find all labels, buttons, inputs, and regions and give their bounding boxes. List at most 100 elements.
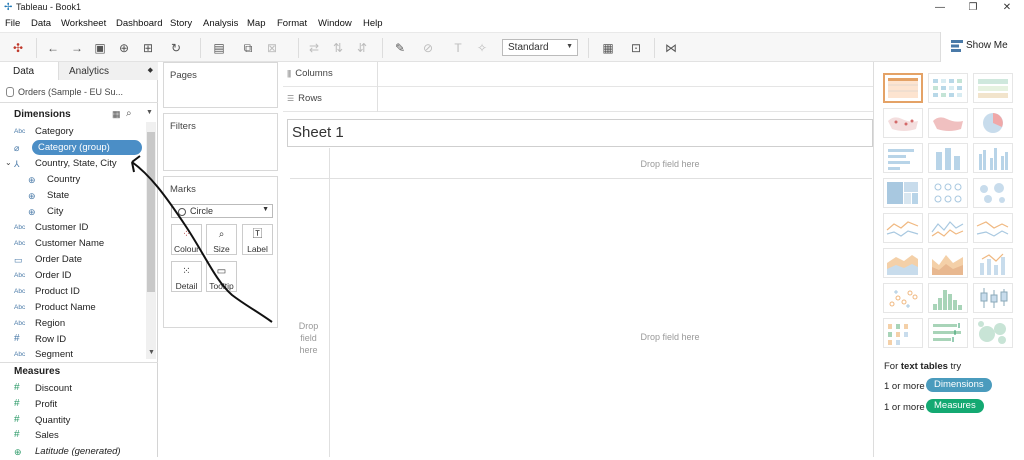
field-latitude-generated[interactable]: ⊕ Latitude (generated): [0, 444, 146, 460]
menu-data[interactable]: Data: [31, 18, 51, 29]
number-type-icon: #: [14, 382, 20, 393]
attach-icon[interactable]: ⊘: [420, 40, 436, 56]
field-sales[interactable]: # Sales: [0, 428, 146, 444]
redo-icon[interactable]: →: [69, 40, 85, 56]
duplicate-icon[interactable]: ⧉: [240, 40, 256, 56]
tab-menu-icon[interactable]: ◆: [148, 66, 153, 74]
paperclip-icon: ⌀: [14, 143, 20, 153]
field-category[interactable]: Abc Category: [0, 124, 146, 140]
pin-icon[interactable]: ✧: [474, 40, 490, 56]
tab-data[interactable]: Data: [0, 62, 58, 80]
calendar-icon: ▭: [14, 255, 23, 265]
undo-icon[interactable]: ←: [45, 40, 61, 56]
show-me-button[interactable]: Show Me: [940, 32, 1024, 62]
pane-menu-icon[interactable]: ▼: [146, 109, 153, 116]
tableau-home-icon[interactable]: ✣: [10, 40, 26, 56]
view-mode-select[interactable]: Standard ▼: [502, 39, 578, 56]
sort-descending-icon[interactable]: ⇵: [354, 40, 370, 56]
datasource-item[interactable]: Orders (Sample - EU Su...: [0, 81, 158, 103]
show-cards-icon[interactable]: ▦: [600, 40, 616, 56]
new-datasource-icon[interactable]: ⊕: [116, 40, 132, 56]
scroll-down-icon[interactable]: ▼: [148, 349, 155, 356]
chart-thumb-lines-continuous[interactable]: [883, 213, 923, 243]
rows-icon: ☰: [287, 94, 294, 103]
presentation-icon[interactable]: ⊡: [628, 40, 644, 56]
window-title: Tableau - Book1: [16, 2, 82, 12]
drop-zone-columns[interactable]: Drop field here: [620, 159, 720, 169]
menu-analysis[interactable]: Analysis: [203, 18, 238, 29]
menu-story[interactable]: Story: [170, 18, 192, 29]
show-me-panel: For text tables try 1 or more Dimensions…: [873, 62, 1024, 457]
menu-map[interactable]: Map: [247, 18, 265, 29]
save-icon[interactable]: ▣: [92, 40, 108, 56]
measures-header: Measures: [14, 366, 61, 377]
chart-thumb-packed-bubbles[interactable]: [973, 318, 1013, 348]
chart-thumb-pie[interactable]: [973, 108, 1013, 138]
field-label: Quantity: [35, 415, 71, 426]
swap-icon[interactable]: ⇄: [306, 40, 322, 56]
string-type-icon: Abc: [14, 351, 26, 358]
annotation-arrow: [131, 155, 273, 323]
field-label: Profit: [35, 399, 58, 410]
highlight-icon[interactable]: ✎: [392, 40, 408, 56]
sort-ascending-icon[interactable]: ⇅: [330, 40, 346, 56]
chart-thumb-lines-discrete[interactable]: [928, 213, 968, 243]
clear-sheet-icon[interactable]: ⊠: [264, 40, 280, 56]
collapse-caret-icon[interactable]: ⌄: [5, 158, 12, 167]
field-label: Country: [47, 174, 81, 185]
drop-zone-rows[interactable]: Drop field here: [292, 320, 325, 356]
share-icon[interactable]: ⋈: [663, 40, 679, 56]
search-icon[interactable]: ⌕: [126, 108, 132, 119]
chart-thumb-circle-view[interactable]: [928, 178, 968, 208]
chart-thumb-side-by-side-circles[interactable]: [973, 178, 1013, 208]
menu-worksheet[interactable]: Worksheet: [61, 18, 106, 29]
menu-format[interactable]: Format: [277, 18, 307, 29]
field-label: City: [47, 206, 64, 217]
restore-button[interactable]: ❐: [958, 0, 988, 16]
new-worksheet-icon[interactable]: ▤: [211, 40, 227, 56]
field-label: Sales: [35, 430, 59, 441]
field-row-id[interactable]: # Row ID: [0, 332, 146, 348]
chart-thumb-highlight-table[interactable]: [973, 73, 1013, 103]
rows-shelf[interactable]: ☰ Rows: [283, 87, 873, 112]
chart-thumb-filled-map[interactable]: [928, 108, 968, 138]
chart-thumb-area-continuous[interactable]: [883, 248, 923, 278]
refresh-icon[interactable]: ↻: [168, 40, 184, 56]
minimize-button[interactable]: —: [925, 0, 955, 16]
tab-analytics[interactable]: Analytics ◆: [58, 62, 158, 80]
columns-shelf[interactable]: ||| Columns: [283, 62, 873, 87]
labels-icon[interactable]: T: [450, 40, 466, 56]
chart-thumb-box-whisker[interactable]: [973, 283, 1013, 313]
chart-thumb-stacked-bars[interactable]: [928, 143, 968, 173]
field-segment[interactable]: Abc Segment: [0, 347, 146, 363]
field-profit[interactable]: # Profit: [0, 397, 146, 413]
chart-thumb-side-by-side-bars[interactable]: [973, 143, 1013, 173]
pause-updates-icon[interactable]: ⊞: [140, 40, 156, 56]
menu-dashboard[interactable]: Dashboard: [116, 18, 162, 29]
chart-thumb-horizontal-bars[interactable]: [883, 143, 923, 173]
pages-card-title: Pages: [170, 70, 197, 81]
view-toggle-icon[interactable]: ▦: [112, 109, 121, 120]
chart-thumb-histogram[interactable]: [928, 283, 968, 313]
field-discount[interactable]: # Discount: [0, 381, 146, 397]
chart-thumb-treemap[interactable]: [883, 178, 923, 208]
chart-thumb-bullet[interactable]: [928, 318, 968, 348]
show-me-hint: For text tables try: [884, 361, 961, 372]
chart-thumb-heat-map[interactable]: [928, 73, 968, 103]
menu-help[interactable]: Help: [363, 18, 383, 29]
chart-thumb-dual-combination[interactable]: [973, 248, 1013, 278]
menu-window[interactable]: Window: [318, 18, 352, 29]
menu-file[interactable]: File: [5, 18, 20, 29]
sheet-title[interactable]: Sheet 1: [287, 119, 873, 147]
drop-zone-center[interactable]: Drop field here: [620, 332, 720, 342]
close-button[interactable]: ✕: [992, 0, 1022, 16]
chart-thumb-scatter[interactable]: [883, 283, 923, 313]
chart-thumb-text-table[interactable]: [883, 73, 923, 103]
field-quantity[interactable]: # Quantity: [0, 413, 146, 429]
chart-thumb-symbol-map[interactable]: [883, 108, 923, 138]
pages-card[interactable]: Pages: [163, 62, 278, 108]
chart-thumb-gantt[interactable]: [883, 318, 923, 348]
chart-thumb-area-discrete[interactable]: [928, 248, 968, 278]
chart-thumb-dual-lines[interactable]: [973, 213, 1013, 243]
requirement-measures-pill: Measures: [926, 399, 984, 413]
